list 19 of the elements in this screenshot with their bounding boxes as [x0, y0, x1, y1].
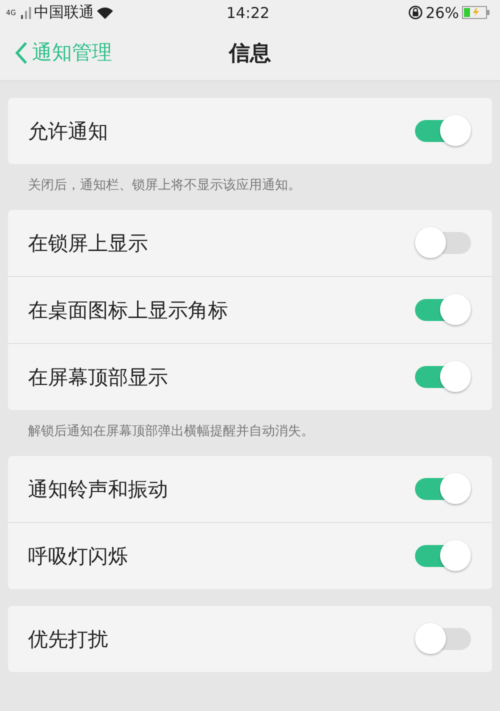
setting-label: 在桌面图标上显示角标 [28, 296, 229, 324]
setting-label: 允许通知 [28, 118, 109, 144]
carrier-name: 中国联通 [34, 3, 94, 22]
setting-label: 在屏幕顶部显示 [28, 364, 169, 390]
wifi-icon [96, 6, 113, 18]
battery-percent: 26% [426, 4, 459, 22]
setting-hint: 关闭后，通知栏、锁屏上将不显示该应用通知。 [28, 178, 301, 193]
back-button[interactable]: 通知管理 [0, 39, 112, 66]
rotation-lock-icon [408, 5, 423, 20]
battery-icon [462, 6, 490, 19]
clock: 14:22 [225, 4, 271, 22]
setting-hint: 解锁后通知在屏幕顶部弹出横幅提醒并自动消失。 [28, 424, 314, 439]
setting-label: 在锁屏上显示 [28, 230, 149, 256]
signal-icon [20, 6, 31, 18]
setting-label: 呼吸灯闪烁 [28, 542, 129, 570]
setting-label: 通知铃声和振动 [28, 476, 169, 502]
setting-label: 优先打扰 [28, 626, 109, 652]
back-chevron-icon [14, 40, 28, 64]
page-title: 信息 [229, 40, 271, 66]
